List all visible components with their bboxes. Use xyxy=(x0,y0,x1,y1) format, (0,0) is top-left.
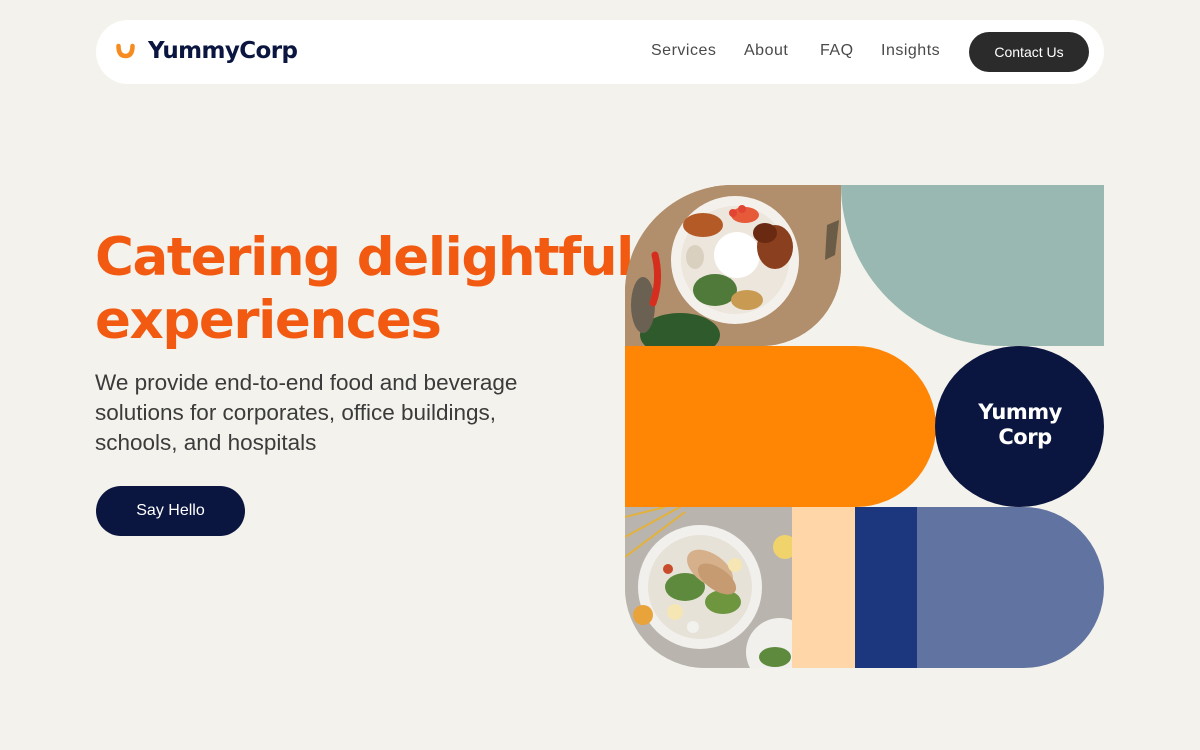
hero-description: We provide end-to-end food and beverage … xyxy=(95,370,518,455)
hero-title-line-2: experiences xyxy=(95,290,442,351)
peach-stripe xyxy=(792,507,855,668)
nav-link-insights[interactable]: Insights xyxy=(881,40,940,62)
circle-logo-wordmark: Yummy Corp xyxy=(975,400,1065,450)
circle-logo-line-2: Corp xyxy=(998,425,1052,449)
sage-shape xyxy=(841,185,1104,346)
logo-wordmark[interactable]: YummyCorp xyxy=(148,35,298,67)
food-photo-rice-plate xyxy=(625,185,841,346)
nav-link-services[interactable]: Services xyxy=(651,40,716,62)
circle-logo-line-1: Yummy xyxy=(978,400,1062,424)
hero-title-line-1: Catering delightful xyxy=(95,227,634,288)
contact-us-button[interactable]: Contact Us xyxy=(969,32,1089,72)
royal-blue-stripe xyxy=(855,507,917,668)
nav-link-faq[interactable]: FAQ xyxy=(820,40,854,62)
orange-pill-shape xyxy=(625,346,936,507)
smile-logo-icon[interactable] xyxy=(116,43,135,59)
food-photo-chicken-salad xyxy=(625,507,792,668)
say-hello-button[interactable]: Say Hello xyxy=(96,486,245,536)
nav-link-about[interactable]: About xyxy=(744,40,788,62)
periwinkle-pill-shape xyxy=(917,507,1104,668)
hero-title: Catering delightful experiences xyxy=(95,226,634,352)
